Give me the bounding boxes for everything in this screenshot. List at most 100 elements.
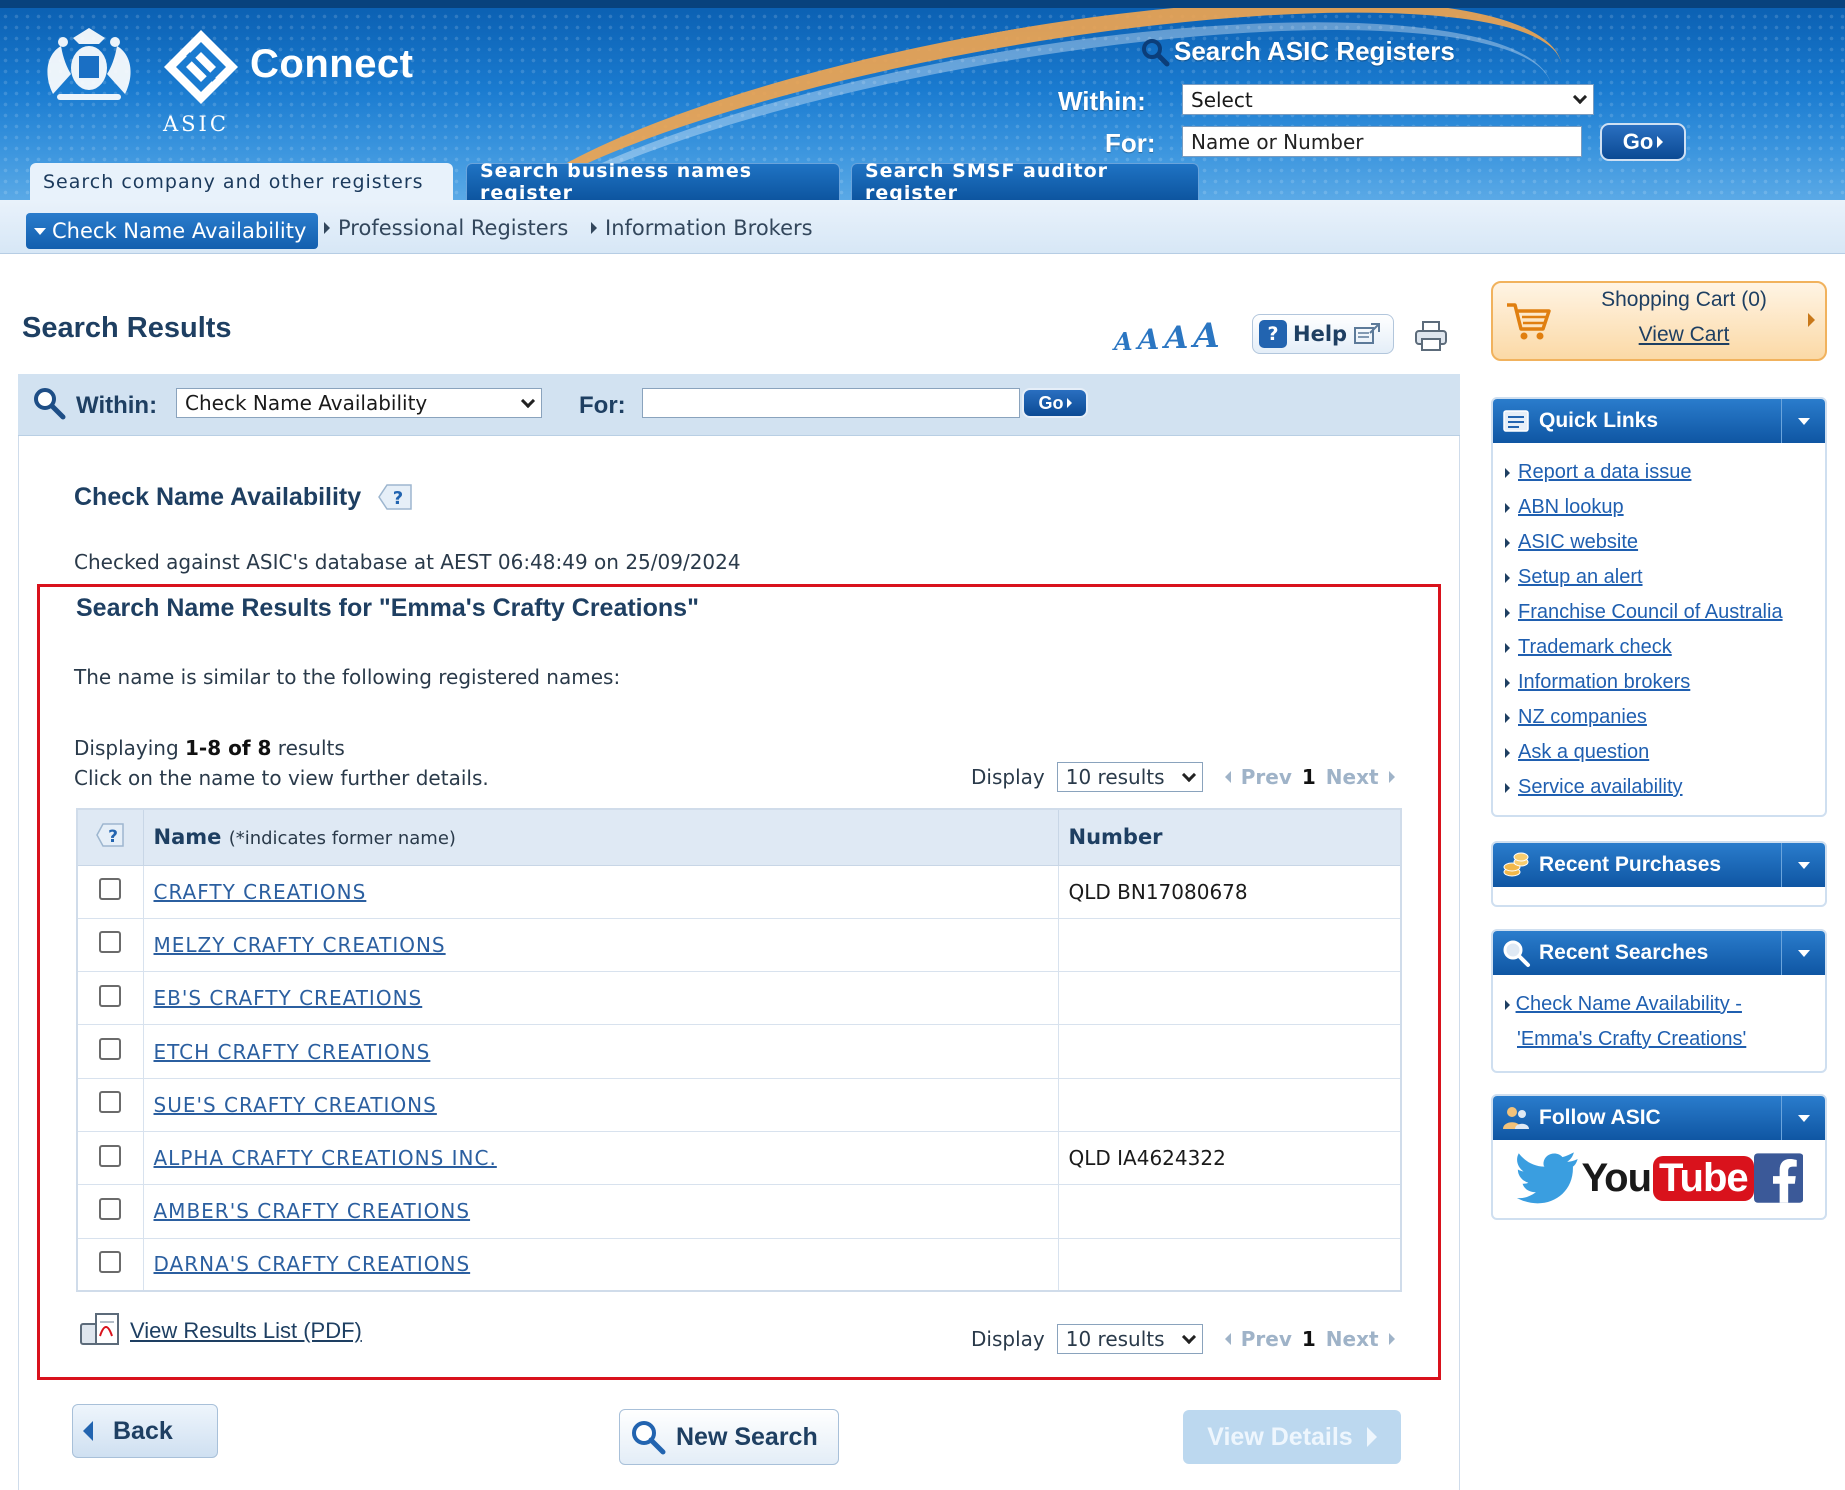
quick-link[interactable]: ASIC website (1518, 531, 1638, 554)
caret-down-icon (1797, 861, 1810, 869)
view-cart-link[interactable]: View Cart (1579, 323, 1789, 347)
search-for-input[interactable] (642, 388, 1020, 418)
list-item: Information brokers (1505, 665, 1825, 700)
shopping-cart-panel[interactable]: Shopping Cart (0) View Cart (1491, 281, 1827, 361)
subnav-check-name-availability[interactable]: Check Name Availability (26, 213, 319, 249)
quick-link[interactable]: Setup an alert (1518, 566, 1643, 589)
header-for-input[interactable]: Name or Number (1182, 126, 1582, 157)
tab-company-registers[interactable]: Search company and other registers (30, 163, 453, 200)
row-checkbox[interactable] (99, 878, 122, 901)
subnav-information-brokers[interactable]: Information Brokers (591, 216, 813, 240)
header-go-button[interactable]: Go (1600, 123, 1686, 161)
result-name-link[interactable]: AMBER'S CRAFTY CREATIONS (154, 1199, 471, 1223)
font-size-xlarge-button[interactable]: A (1193, 316, 1219, 356)
search-within-select[interactable]: Check Name Availability (176, 388, 542, 418)
caret-down-icon (1797, 1114, 1810, 1122)
quick-link[interactable]: Trademark check (1518, 636, 1672, 659)
youtube-you-text: You (1581, 1155, 1652, 1200)
result-name-link[interactable]: EB'S CRAFTY CREATIONS (154, 986, 423, 1010)
table-row: ETCH CRAFTY CREATIONS (77, 1024, 1401, 1079)
font-size-controls: A A A A (1114, 316, 1220, 356)
column-help[interactable]: ? (77, 809, 144, 866)
result-name-link[interactable]: CRAFTY CREATIONS (154, 880, 367, 904)
search-go-button[interactable]: Go (1022, 388, 1088, 418)
result-name-link[interactable]: DARNA'S CRAFTY CREATIONS (154, 1252, 471, 1276)
search-icon (34, 388, 66, 420)
result-name-link[interactable]: SUE'S CRAFTY CREATIONS (154, 1093, 437, 1117)
row-number-cell: QLD IA4624322 (1057, 1130, 1401, 1185)
results-heading: Search Name Results for "Emma's Crafty C… (76, 594, 699, 622)
row-checkbox-cell (77, 1237, 144, 1292)
recent-search-link[interactable]: Check Name Availability - 'Emma's Crafty … (1505, 993, 1747, 1050)
new-search-button[interactable]: New Search (619, 1409, 839, 1465)
prev-link[interactable]: Prev (1241, 765, 1292, 789)
print-icon[interactable] (1414, 320, 1448, 352)
row-checkbox[interactable] (99, 984, 122, 1007)
widget-toggle[interactable] (1781, 931, 1825, 975)
next-link[interactable]: Next (1326, 1327, 1379, 1351)
quick-link[interactable]: ABN lookup (1518, 496, 1624, 519)
result-name-link[interactable]: ETCH CRAFTY CREATIONS (154, 1040, 431, 1064)
font-size-medium-button[interactable]: A (1138, 323, 1160, 356)
brand-name: Connect (250, 42, 414, 86)
row-checkbox[interactable] (99, 931, 122, 954)
search-for-label: For: (579, 392, 626, 419)
back-button[interactable]: Back (72, 1404, 218, 1458)
row-checkbox[interactable] (99, 1144, 122, 1167)
header-within-value: Select (1191, 87, 1253, 112)
quick-link[interactable]: Information brokers (1518, 671, 1690, 694)
displaying-count: Displaying 1-8 of 8 results (74, 736, 345, 760)
prev-link[interactable]: Prev (1241, 1327, 1292, 1351)
youtube-icon[interactable]: You Tube (1581, 1155, 1754, 1201)
tab-smsf-auditor[interactable]: Search SMSF auditor register (851, 160, 1199, 200)
result-name-link[interactable]: ALPHA CRAFTY CREATIONS INC. (154, 1146, 497, 1170)
widget-toggle[interactable] (1781, 399, 1825, 443)
help-tag-icon: ? (96, 823, 124, 847)
facebook-icon[interactable] (1753, 1152, 1803, 1204)
tab-business-names[interactable]: Search business names register (466, 160, 840, 200)
quick-link[interactable]: NZ companies (1518, 706, 1647, 729)
caret-down-icon (1797, 949, 1810, 957)
font-size-large-button[interactable]: A (1164, 320, 1188, 356)
display-label: Display (971, 765, 1045, 789)
arrow-left-icon (83, 1421, 93, 1441)
recent-search-item: Check Name Availability - 'Emma's Crafty … (1493, 975, 1825, 1071)
view-results-pdf-link[interactable]: View Results List (PDF) (130, 1318, 362, 1344)
subnav-professional-registers[interactable]: Professional Registers (324, 216, 568, 240)
help-tag-icon[interactable]: ? (377, 482, 413, 512)
display-count-select[interactable]: 10 results (1056, 762, 1203, 792)
next-link[interactable]: Next (1326, 765, 1379, 789)
row-name-cell: AMBER'S CRAFTY CREATIONS (143, 1184, 1058, 1239)
result-name-link[interactable]: MELZY CRAFTY CREATIONS (154, 933, 446, 957)
widget-toggle[interactable] (1781, 1096, 1825, 1140)
header-within-select[interactable]: Select (1182, 84, 1594, 115)
row-number-cell: QLD BN17080678 (1057, 864, 1401, 919)
quick-link[interactable]: Report a data issue (1518, 461, 1691, 484)
row-checkbox[interactable] (99, 1038, 122, 1061)
row-checkbox[interactable] (99, 1091, 122, 1114)
recent-search-line2: 'Emma's Crafty Creations' (1517, 1028, 1747, 1050)
help-button[interactable]: ? Help (1252, 314, 1394, 354)
twitter-icon[interactable] (1515, 1150, 1581, 1206)
row-checkbox-cell (77, 1077, 144, 1132)
widget-toggle[interactable] (1781, 843, 1825, 887)
page-navigation: Prev 1 Next (1224, 765, 1395, 789)
font-size-small-button[interactable]: A (1114, 327, 1133, 356)
tab-business-names-label: Search business names register (480, 160, 753, 200)
caret-right-icon (1505, 502, 1510, 513)
quick-link[interactable]: Franchise Council of Australia (1518, 601, 1783, 624)
table-row: DARNA'S CRAFTY CREATIONS (77, 1237, 1401, 1292)
header-for-label: For: (1105, 128, 1156, 158)
links-icon (1503, 410, 1529, 432)
row-checkbox[interactable] (99, 1250, 122, 1273)
row-checkbox[interactable] (99, 1197, 122, 1220)
view-details-button[interactable]: View Details (1183, 1410, 1401, 1464)
list-item: Report a data issue (1505, 455, 1825, 490)
quick-link[interactable]: Service availability (1518, 776, 1683, 799)
quick-link[interactable]: Ask a question (1518, 741, 1649, 764)
display-count-select[interactable]: 10 results (1056, 1324, 1203, 1354)
pdf-document-icon (80, 1313, 119, 1345)
quick-links-list: Report a data issue ABN lookup ASIC webs… (1493, 443, 1825, 815)
table-header-row: ? Name (*indicates former name) Number (77, 809, 1401, 866)
current-page: 1 (1301, 1327, 1316, 1351)
